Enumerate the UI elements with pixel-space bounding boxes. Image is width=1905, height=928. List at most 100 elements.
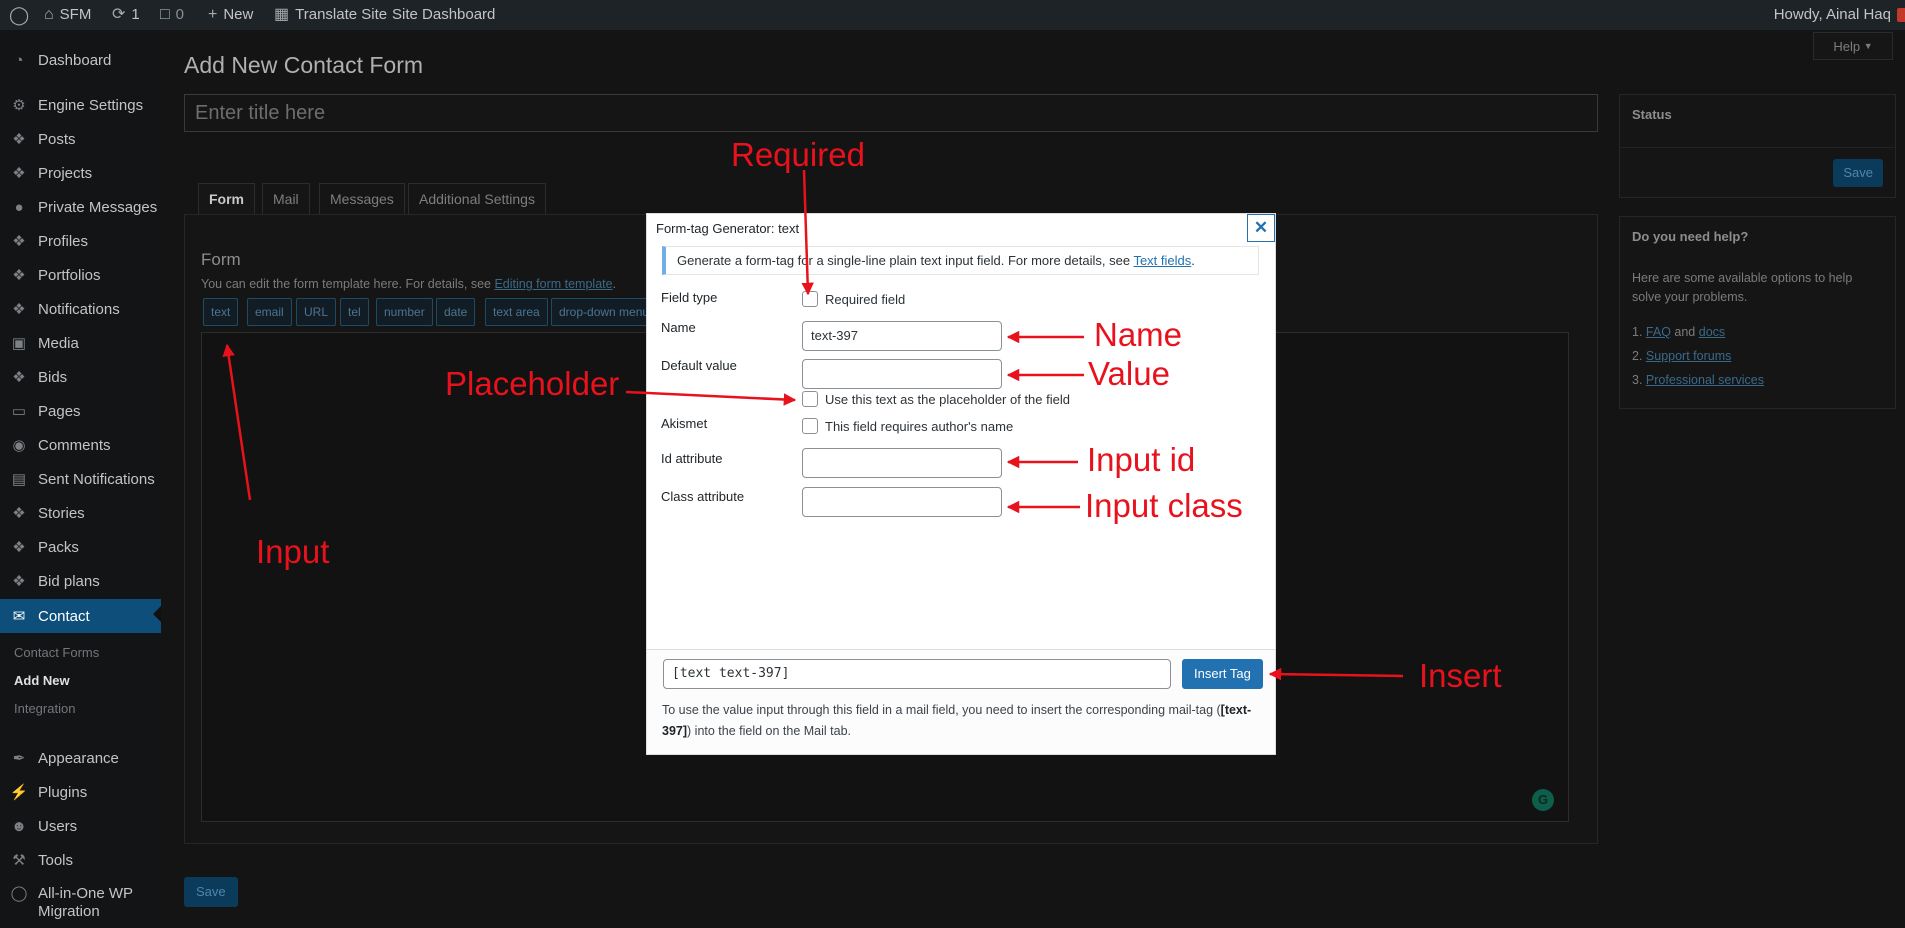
editing-form-template-link[interactable]: Editing form template (494, 277, 612, 291)
submenu-contact-forms[interactable]: Contact Forms (14, 645, 99, 660)
help-button[interactable]: Help ▼ (1813, 32, 1893, 60)
menu-plugins[interactable]: ⚡ Plugins (0, 777, 161, 807)
menu-label: Profiles (38, 232, 89, 250)
tag-button-date[interactable]: date (436, 298, 476, 326)
menu-label: Comments (38, 436, 111, 454)
menu-dashboard[interactable]: ◔ Dashboard (0, 45, 161, 75)
menu-appearance[interactable]: ✒ Appearance (0, 743, 161, 773)
professional-services-link[interactable]: Professional services (1646, 373, 1764, 387)
menu-profiles[interactable]: ❖ Profiles (0, 226, 161, 256)
greeting: Howdy, Ainal Haq (1773, 6, 1891, 23)
required-field-option[interactable]: Required field (802, 291, 905, 307)
help-box: Do you need help? Here are some availabl… (1619, 216, 1896, 409)
menu-sent-notifications[interactable]: ▤ Sent Notifications (0, 464, 161, 494)
my-account-link[interactable]: Howdy, Ainal Haq (1774, 0, 1891, 30)
comments-link[interactable]: □ 0 (160, 0, 184, 30)
plus-icon: + (208, 6, 218, 23)
faq-link[interactable]: FAQ (1646, 325, 1671, 339)
menu-label: All-in-One WP Migration (38, 885, 133, 920)
submenu-add-new[interactable]: Add New (14, 673, 70, 688)
translate-site-link[interactable]: ▦ Translate Site (274, 0, 387, 30)
site-dashboard-link[interactable]: Site Dashboard (392, 0, 495, 30)
menu-packs[interactable]: ❖ Packs (0, 532, 161, 562)
class-attribute-input[interactable] (802, 487, 1002, 517)
menu-label: Media (38, 334, 79, 352)
menu-users[interactable]: ☻ Users (0, 811, 161, 841)
tag-output-field[interactable]: [text text-397] (663, 659, 1171, 689)
menu-all-in-one-wp-migration[interactable]: ◯ All-in-One WP Migration (0, 885, 150, 923)
menu-posts[interactable]: ❖ Posts (0, 124, 161, 154)
save-button-bottom[interactable]: Save (184, 877, 238, 907)
form-heading: Form (201, 250, 241, 269)
save-button[interactable]: Save (1833, 159, 1883, 187)
menu-projects[interactable]: ❖ Projects (0, 158, 161, 188)
updates-link[interactable]: ⟳ 1 (112, 0, 140, 30)
placeholder-option[interactable]: Use this text as the placeholder of the … (802, 391, 1070, 407)
menu-media[interactable]: ▣ Media (0, 328, 161, 358)
placeholder-checkbox[interactable] (802, 391, 818, 407)
menu-label: Notifications (38, 300, 120, 318)
menu-pages[interactable]: ▭ Pages (0, 396, 161, 426)
id-attribute-input[interactable] (802, 448, 1002, 478)
grammarly-icon[interactable]: G (1532, 789, 1554, 811)
text-fields-link[interactable]: Text fields (1133, 253, 1191, 268)
akismet-checkbox[interactable] (802, 418, 818, 434)
pin-icon: ❖ (12, 301, 26, 318)
insert-tag-button[interactable]: Insert Tag (1182, 659, 1263, 689)
akismet-option[interactable]: This field requires author's name (802, 418, 1013, 434)
menu-bids[interactable]: ❖ Bids (0, 362, 161, 392)
close-icon[interactable]: ✕ (1247, 214, 1275, 242)
menu-label: Appearance (38, 749, 119, 767)
submenu-integration[interactable]: Integration (14, 701, 75, 716)
comment-bubble-icon: □ (160, 6, 170, 23)
tag-button-email[interactable]: email (247, 298, 292, 326)
menu-engine-settings[interactable]: ⚙ Engine Settings (0, 90, 161, 120)
site-name-link[interactable]: ⌂ SFM (44, 0, 91, 30)
menu-stories[interactable]: ❖ Stories (0, 498, 161, 528)
menu-bid-plans[interactable]: ❖ Bid plans (0, 566, 161, 596)
annotation-value: Value (1088, 355, 1170, 392)
list-item: 1. FAQ and docs (1632, 325, 1726, 339)
annotation-input-class: Input class (1085, 487, 1243, 524)
translate-label: Translate Site (295, 6, 388, 23)
tab-messages[interactable]: Messages (319, 183, 405, 215)
menu-label: Packs (38, 538, 79, 556)
wordpress-logo-icon[interactable]: ◯ (9, 0, 29, 30)
page-icon: ▭ (11, 403, 27, 420)
default-value-input[interactable] (802, 359, 1002, 389)
tab-form[interactable]: Form (198, 183, 255, 215)
status-title: Status (1632, 107, 1672, 122)
required-checkbox[interactable] (802, 291, 818, 307)
menu-label: Projects (38, 164, 93, 182)
name-input[interactable]: text-397 (802, 321, 1002, 351)
migration-icon: ◯ (10, 885, 28, 902)
tag-button-url[interactable]: URL (296, 298, 337, 326)
wrench-icon: ⚒ (12, 852, 26, 869)
title-input[interactable]: Enter title here (184, 94, 1598, 132)
support-forums-link[interactable]: Support forums (1646, 349, 1731, 363)
tag-button-text[interactable]: text (203, 298, 239, 326)
tag-button-tel[interactable]: tel (340, 298, 369, 326)
tag-button-textarea[interactable]: text area (485, 298, 548, 326)
menu-portfolios[interactable]: ❖ Portfolios (0, 260, 161, 290)
tab-mail[interactable]: Mail (262, 183, 310, 215)
new-content-link[interactable]: + New (208, 0, 253, 30)
docs-link[interactable]: docs (1699, 325, 1725, 339)
annotation-name: Name (1094, 316, 1183, 353)
id-attribute-label: Id attribute (661, 451, 723, 466)
translate-icon: ▦ (274, 6, 290, 23)
menu-notifications[interactable]: ❖ Notifications (0, 294, 161, 324)
menu-private-messages[interactable]: ● Private Messages (0, 192, 161, 222)
menu-label: Bid plans (38, 572, 100, 590)
annotation-input: Input (256, 533, 330, 570)
media-icon: ▣ (11, 335, 27, 352)
menu-contact[interactable]: ✉ Contact (0, 599, 161, 633)
admin-sidebar: ◔ Dashboard ⚙ Engine Settings ❖ Posts ❖ Proj… (0, 30, 161, 928)
tag-button-number[interactable]: number (376, 298, 433, 326)
avatar[interactable] (1897, 8, 1905, 22)
notice-text: Generate a form-tag for a single-line pl… (677, 253, 1131, 268)
tag-button-dropdown[interactable]: drop-down menu (551, 298, 651, 326)
menu-tools[interactable]: ⚒ Tools (0, 845, 161, 875)
menu-comments[interactable]: ◉ Comments (0, 430, 161, 460)
tab-additional-settings[interactable]: Additional Settings (408, 183, 546, 215)
